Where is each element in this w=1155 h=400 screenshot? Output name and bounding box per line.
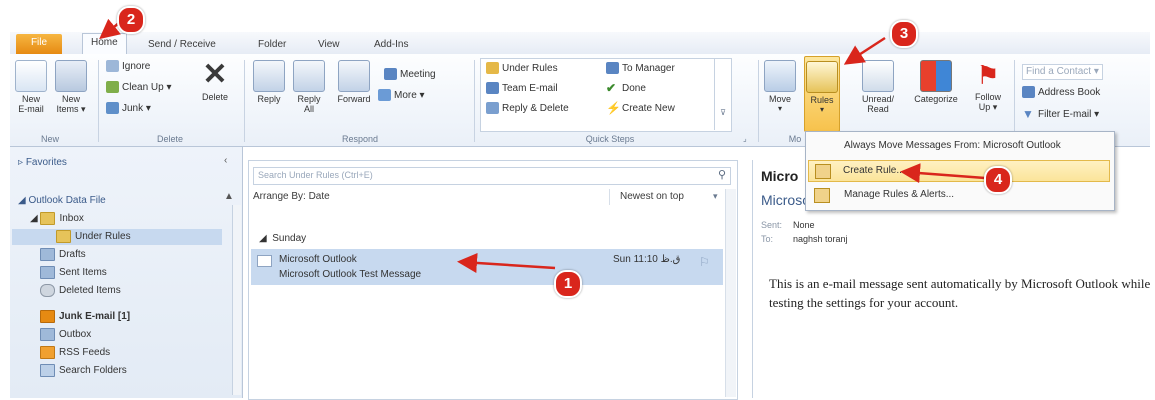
- annotation-arrow-4: [900, 163, 986, 184]
- annotation-badge-3: 3: [890, 20, 918, 48]
- annotation-arrows: [99, 17, 986, 273]
- annotation-arrow-1: [457, 252, 556, 273]
- annotation-badge-2: 2: [117, 6, 145, 34]
- annotation-badge-1: 1: [554, 270, 582, 298]
- annotation-arrow-3: [843, 36, 886, 65]
- annotation-badge-4: 4: [984, 166, 1012, 194]
